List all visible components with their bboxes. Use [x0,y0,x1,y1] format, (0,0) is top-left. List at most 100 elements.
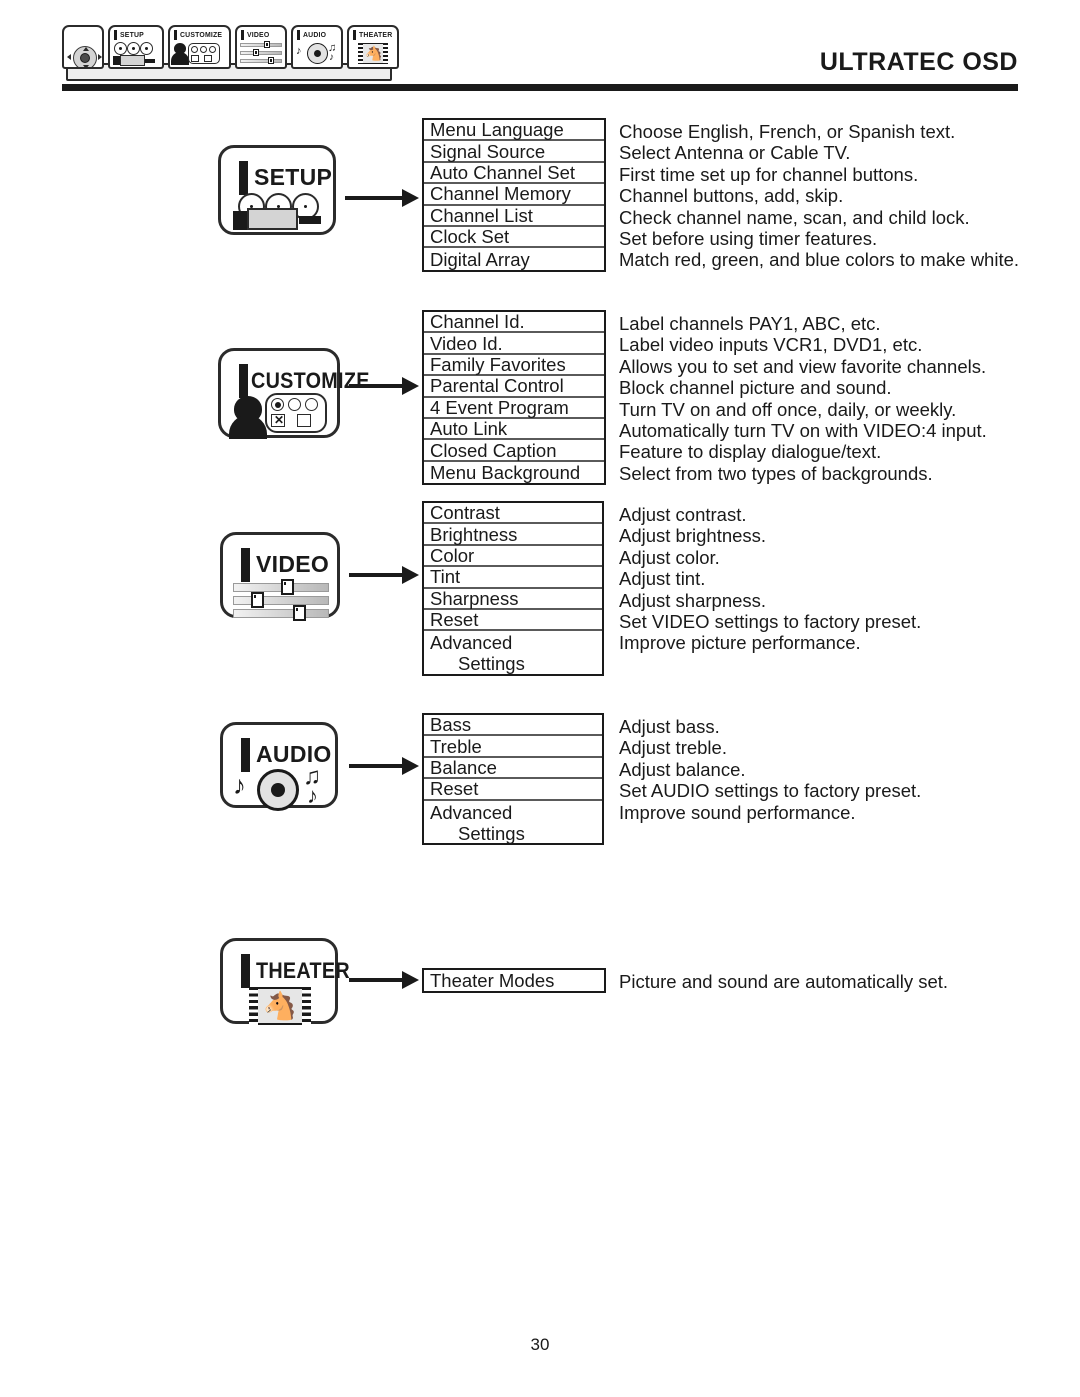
theater-film-icon: 🐴 [349,41,397,67]
badge-setup-label: SETUP [254,164,333,190]
menu-item[interactable]: Reset [424,778,602,801]
badge-accent-bar [239,364,248,398]
menu-item[interactable]: 4 Event Program [424,397,604,419]
menu-item-label: Menu Language [430,119,564,141]
menu-item-label-continued: Settings [458,653,525,675]
menu-item[interactable]: Advanced Settings [424,801,602,844]
tab-audio-label: AUDIO [303,30,327,39]
arrow-line-video [349,573,403,577]
audio-disc-icon: ♪ ♫ ♪ [296,42,337,64]
menu-item[interactable]: Advanced Settings [424,631,602,674]
menu-item-label: Reset [430,609,479,631]
menu-item[interactable]: Tint [424,566,602,589]
menu-item-description: Adjust sharpness. [619,589,767,611]
menu-item[interactable]: Channel Memory [424,183,604,206]
menu-item[interactable]: Theater Modes [424,970,604,991]
arrow-head-setup [402,189,419,207]
menu-item-description: Improve picture performance. [619,632,861,654]
menu-item-description: Set AUDIO settings to factory preset. [619,780,922,802]
menu-item-description: Automatically turn TV on with VIDEO:4 in… [619,419,987,441]
menu-item-description: Label channels PAY1, ABC, etc. [619,313,881,334]
menu-item-description: Feature to display dialogue/text. [619,441,882,463]
badge-theater[interactable]: THEATER 🐴 [220,938,350,1025]
menu-item-label: Tint [430,566,461,588]
menu-item[interactable]: Closed Caption [424,439,604,462]
menu-item[interactable]: Treble [424,736,602,758]
badge-setup[interactable]: SETUP [218,145,336,235]
page-header: SETUP CUSTOMIZE VIDEO AUDIO ♪ ♫ ♪ THEATE… [0,0,1080,100]
menu-item-label: Channel Id. [430,311,525,333]
menu-list-audio: Bass Treble Balance Reset Advanced Settings [422,713,604,846]
menu-item-label: Closed Caption [430,439,557,461]
tab-audio[interactable]: AUDIO ♪ ♫ ♪ [291,25,343,69]
menu-item[interactable]: Clock Set [424,226,604,249]
menu-item-label: Advanced [430,632,513,654]
menu-item[interactable]: Brightness [424,524,602,546]
menu-item[interactable]: Auto Channel Set [424,161,604,185]
arrow-line-customize [349,384,403,388]
menu-item-label: Theater Modes [430,970,555,992]
menu-item-description: Adjust contrast. [619,504,747,525]
menu-item-description: Choose English, French, or Spanish text. [619,121,956,142]
menu-item-label: Channel Memory [430,183,571,205]
customize-person-icon [170,41,229,67]
menu-item-description: Improve sound performance. [619,801,856,823]
menu-item-label-continued: Settings [458,822,525,844]
osd-tab-strip-graphic: SETUP CUSTOMIZE VIDEO AUDIO ♪ ♫ ♪ THEATE… [62,25,399,83]
tab-video[interactable]: VIDEO [235,25,287,69]
tab-setup[interactable]: SETUP [108,25,164,69]
menu-item[interactable]: Menu Language [424,119,604,142]
menu-item-label: Bass [430,714,472,736]
menu-item-description: Allows you to set and view favorite chan… [619,355,987,377]
badge-customize-label: CUSTOMIZE [251,368,370,393]
menu-item-description: Channel buttons, add, skip. [619,185,844,207]
menu-item[interactable]: Sharpness [424,588,602,610]
menu-item-description: Select from two types of backgrounds. [619,462,933,484]
menu-item-description: Adjust brightness. [619,525,767,547]
menu-item[interactable]: Family Favorites [424,354,604,377]
menu-item[interactable]: Bass [424,714,602,737]
badge-audio[interactable]: AUDIO ♪ ♫ ♪ [220,722,338,811]
badge-customize[interactable]: CUSTOMIZE ✕ [218,348,369,439]
menu-item-label: Channel List [430,204,533,226]
menu-item-description: Set before using timer features. [619,227,878,249]
menu-item[interactable]: Signal Source [424,140,604,163]
menu-item-label: Contrast [430,502,500,524]
menu-item-label: Clock Set [430,226,510,248]
menu-item-description: Picture and sound are automatically set. [619,971,949,992]
tab-accent-bar [297,30,300,40]
menu-item[interactable]: Digital Array [424,248,604,270]
menu-item[interactable]: Menu Background [424,462,604,483]
arrow-line-theater [349,978,403,982]
arrow-head-video [402,566,419,584]
menu-item-label: Signal Source [430,140,546,162]
menu-item[interactable]: Contrast [424,502,602,525]
menu-item[interactable]: Video Id. [424,333,604,355]
menu-list-customize: Channel Id. Video Id. Family Favorites Pare… [422,310,606,486]
menu-item[interactable]: Reset [424,609,602,632]
page-title: ULTRATEC OSD [819,48,1018,76]
setup-jacks-icon [110,41,162,67]
menu-item-label: Auto Channel Set [430,161,576,183]
badge-video-label: VIDEO [256,551,330,577]
tab-theater-label: THEATER [359,30,393,39]
description-list-customize: Label channels PAY1, ABC, etc. Label vide… [619,313,987,484]
menu-item[interactable]: Channel List [424,204,604,227]
menu-item[interactable]: Auto Link [424,418,604,441]
tab-navigation-pad[interactable] [62,25,104,69]
tab-customize[interactable]: CUSTOMIZE [168,25,231,69]
badge-video[interactable]: VIDEO [220,532,340,621]
header-divider [62,84,1018,91]
tab-theater[interactable]: THEATER 🐴 [347,25,399,69]
tab-setup-label: SETUP [120,30,144,39]
menu-item[interactable]: Channel Id. [424,311,604,334]
menu-item[interactable]: Balance [424,757,602,780]
menu-list-theater: Theater Modes [422,968,606,994]
menu-item-label: Reset [430,778,479,800]
menu-item[interactable]: Color [424,545,602,568]
menu-item[interactable]: Parental Control [424,375,604,398]
arrow-head-theater [402,971,419,989]
description-list-audio: Adjust bass. Adjust treble. Adjust balance… [619,716,921,823]
menu-item-description: Check channel name, scan, and child lock… [619,206,970,228]
menu-item-description: Block channel picture and sound. [619,377,892,399]
